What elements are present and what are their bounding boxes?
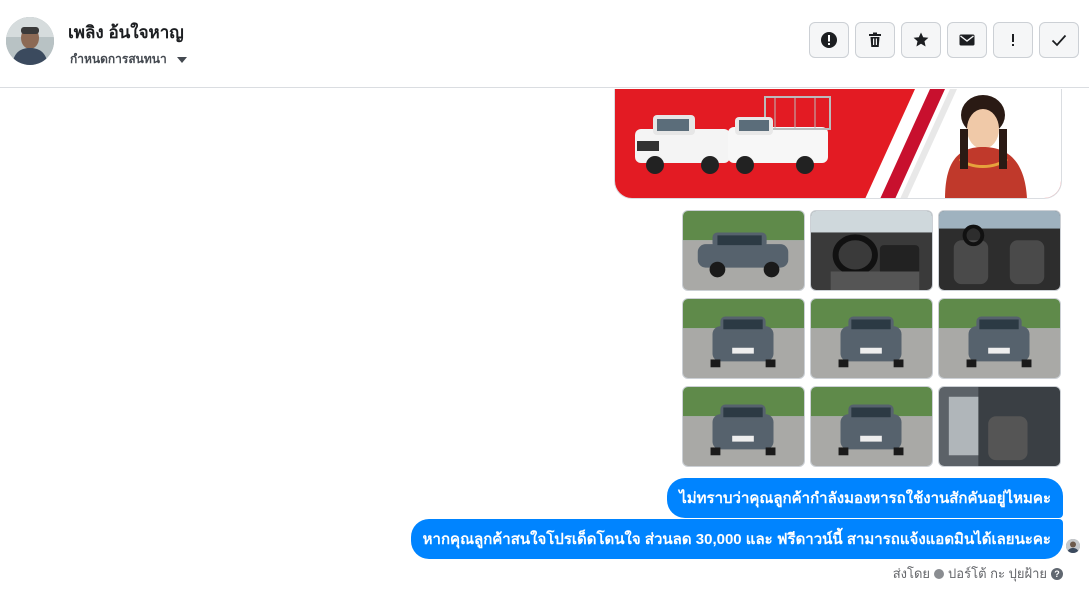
follow-up-button[interactable]	[993, 22, 1033, 58]
sent-by-label: ส่งโดย	[892, 566, 931, 581]
car-photo-thumbnail[interactable]	[810, 386, 933, 467]
conversation-header: เพลิง อ้นใจหาญ กำหนดการสนทนา	[0, 0, 1089, 88]
promo-banner-image[interactable]	[614, 89, 1062, 199]
sent-by-row: ส่งโดย ปอร์โต้ กะ ปุยฝ้าย ?	[893, 563, 1063, 584]
message-bubble[interactable]: ไม่ทราบว่าคุณลูกค้ากำลังมองหารถใช้งานสัก…	[667, 478, 1063, 518]
spam-alert-icon	[821, 32, 837, 48]
star-icon	[913, 32, 929, 47]
delete-button[interactable]	[855, 22, 895, 58]
caret-down-icon	[176, 56, 187, 63]
car-photo-thumbnail[interactable]	[938, 298, 1061, 379]
sender-name: ปอร์โต้ กะ ปุยฝ้าย	[948, 566, 1047, 581]
photo-grid	[682, 210, 1061, 467]
sender-avatar-icon	[934, 568, 945, 579]
message-bubble[interactable]: หากคุณลูกค้าสนใจโปรเด็ดโดนใจ ส่วนลด 30,0…	[410, 519, 1063, 559]
car-photo-thumbnail[interactable]	[810, 210, 933, 291]
header-actions	[809, 22, 1079, 58]
car-photo-thumbnail[interactable]	[810, 298, 933, 379]
car-photo-thumbnail[interactable]	[938, 210, 1061, 291]
seen-avatar	[1066, 539, 1080, 553]
car-photo-thumbnail[interactable]	[682, 386, 805, 467]
help-icon[interactable]: ?	[1051, 567, 1063, 580]
assign-label: กำหนดการสนทนา	[70, 52, 167, 66]
car-photo-thumbnail[interactable]	[938, 386, 1061, 467]
contact-name: เพลิง อ้นใจหาญ	[68, 23, 184, 42]
mark-unread-button[interactable]	[947, 22, 987, 58]
assign-conversation-dropdown[interactable]: กำหนดการสนทนา	[70, 50, 187, 69]
trash-icon	[869, 32, 881, 47]
check-icon	[1051, 34, 1067, 47]
envelope-icon	[959, 34, 975, 46]
car-photo-thumbnail[interactable]	[682, 298, 805, 379]
mark-done-button[interactable]	[1039, 22, 1079, 58]
mark-spam-button[interactable]	[809, 22, 849, 58]
exclamation-icon	[1012, 34, 1014, 46]
contact-avatar[interactable]	[6, 17, 54, 65]
star-button[interactable]	[901, 22, 941, 58]
car-photo-thumbnail[interactable]	[682, 210, 805, 291]
